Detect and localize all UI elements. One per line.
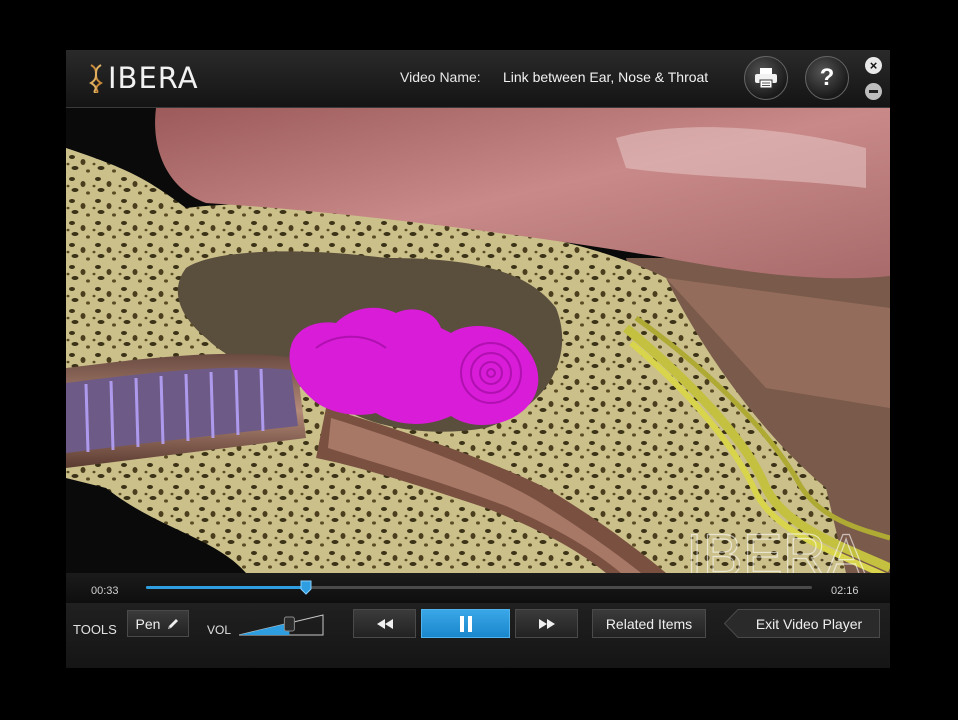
- seek-progress: [146, 586, 306, 589]
- ear-anatomy-animation: IBERA: [66, 108, 890, 573]
- seek-handle[interactable]: [300, 580, 312, 595]
- control-bar: TOOLS Pen VOL Related Items Exit Video P…: [66, 603, 890, 668]
- close-icon: ×: [869, 58, 878, 73]
- video-name-value: Link between Ear, Nose & Throat: [503, 69, 709, 85]
- total-time: 02:16: [831, 585, 859, 597]
- seek-bar[interactable]: [146, 586, 812, 589]
- related-items-label: Related Items: [605, 615, 693, 632]
- close-button[interactable]: ×: [865, 57, 882, 74]
- pen-label: Pen: [135, 615, 161, 632]
- dna-helix-icon: [89, 64, 103, 93]
- printer-icon: [755, 68, 777, 89]
- current-time: 00:33: [91, 585, 119, 597]
- question-icon: ?: [819, 64, 835, 91]
- video-watermark: IBERA: [686, 522, 866, 573]
- pencil-icon: [168, 618, 179, 629]
- exit-video-player-label: Exit Video Player: [755, 615, 863, 632]
- exit-video-player-button[interactable]: Exit Video Player: [724, 609, 880, 638]
- vol-label: VOL: [207, 623, 232, 637]
- related-items-button[interactable]: Related Items: [592, 609, 706, 638]
- print-button[interactable]: [744, 56, 788, 100]
- fast-forward-button[interactable]: [515, 609, 578, 638]
- video-player: IBERA Video Name: Link between Ear, Nose…: [66, 50, 890, 668]
- video-name-label: Video Name:: [400, 69, 481, 85]
- help-button[interactable]: ?: [805, 56, 849, 100]
- play-pause-button[interactable]: [421, 609, 510, 638]
- ibera-logo: IBERA: [88, 61, 199, 95]
- volume-slider[interactable]: [239, 613, 325, 637]
- pause-icon: [459, 615, 472, 632]
- tools-label: TOOLS: [73, 622, 117, 637]
- video-frame[interactable]: IBERA: [66, 108, 890, 573]
- fast-forward-icon: [538, 618, 555, 629]
- pen-button[interactable]: Pen: [127, 610, 189, 637]
- minimize-button[interactable]: [865, 83, 882, 100]
- playback-timeline: 00:33 02:16: [66, 573, 890, 603]
- player-header: IBERA Video Name: Link between Ear, Nose…: [66, 50, 890, 108]
- rewind-icon: [376, 618, 393, 629]
- logo-text: IBERA: [108, 61, 199, 95]
- rewind-button[interactable]: [353, 609, 416, 638]
